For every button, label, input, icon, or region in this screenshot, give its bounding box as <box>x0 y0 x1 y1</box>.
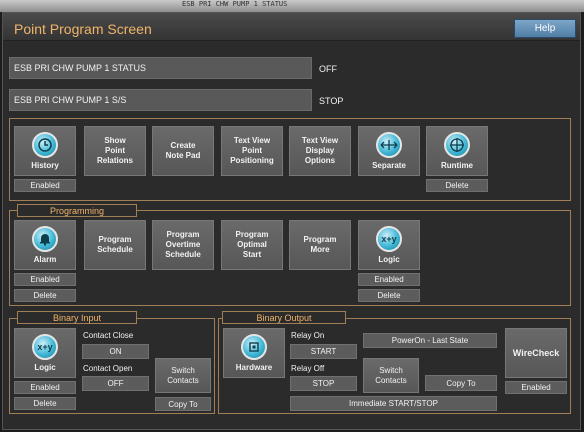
relay-on-label: Relay On <box>291 331 325 340</box>
bell-icon <box>32 225 58 252</box>
program-more-line2: More <box>310 245 330 254</box>
help-button[interactable]: Help <box>514 19 576 38</box>
contact-close-label: Contact Close <box>83 331 134 340</box>
program-schedule-button[interactable]: Program Schedule <box>84 220 146 270</box>
program-optimal-line2: Optimal <box>237 240 267 249</box>
bi-copy-to-button[interactable]: Copy To <box>155 397 211 411</box>
program-overtime-line3: Schedule <box>165 250 201 259</box>
separate-button[interactable]: Separate <box>358 126 420 176</box>
history-status[interactable]: Enabled <box>14 179 76 192</box>
wirecheck-button[interactable]: WireCheck <box>505 328 567 378</box>
contact-close-value[interactable]: ON <box>82 344 149 359</box>
show-point-relations-button[interactable]: Show Point Relations <box>84 126 146 176</box>
separate-arrows-icon <box>376 131 402 158</box>
create-notepad-line2: Note Pad <box>165 151 201 160</box>
hardware-label: Hardware <box>235 362 273 372</box>
point-value-ss: STOP <box>319 96 344 106</box>
text-positioning-line1: Text View <box>233 136 271 145</box>
program-schedule-line2: Schedule <box>97 245 133 254</box>
runtime-icon <box>444 131 470 158</box>
text-positioning-line3: Positioning <box>230 156 274 165</box>
alarm-enabled-status[interactable]: Enabled <box>14 273 76 286</box>
program-more-line1: Program <box>303 235 337 244</box>
history-label: History <box>31 160 59 170</box>
show-relations-line3: Relations <box>96 156 133 165</box>
programming-logic-label: Logic <box>378 254 400 264</box>
relay-off-value[interactable]: STOP <box>290 376 357 391</box>
poweron-last-state-button[interactable]: PowerOn - Last State <box>363 333 497 348</box>
program-overtime-schedule-button[interactable]: Program Overtime Schedule <box>152 220 214 270</box>
logic-delete-button[interactable]: Delete <box>358 289 420 302</box>
programming-label: Programming <box>17 204 137 217</box>
program-overtime-line2: Overtime <box>165 240 201 249</box>
window-caption-bar: ESB PRI CHW PUMP 1 STATUS <box>0 0 584 12</box>
runtime-label: Runtime <box>441 160 473 170</box>
wirecheck-label: WireCheck <box>512 348 560 358</box>
create-notepad-line1: Create <box>170 141 196 150</box>
bi-logic-icon-text: x+y <box>37 341 53 352</box>
bi-delete-button[interactable]: Delete <box>14 397 76 410</box>
program-more-button[interactable]: Program More <box>289 220 351 270</box>
hardware-button[interactable]: Hardware <box>223 328 285 378</box>
bo-switch-line2: Contacts <box>375 375 407 385</box>
text-view-positioning-button[interactable]: Text View Point Positioning <box>221 126 283 176</box>
bo-switch-contacts-button[interactable]: Switch Contacts <box>363 358 419 393</box>
create-notepad-button[interactable]: Create Note Pad <box>152 126 214 176</box>
text-view-display-options-button[interactable]: Text View Display Options <box>289 126 351 176</box>
point-name-status[interactable]: ESB PRI CHW PUMP 1 STATUS <box>9 57 312 79</box>
logic-enabled-status[interactable]: Enabled <box>358 273 420 286</box>
bi-switch-line1: Switch <box>171 365 195 375</box>
bi-enabled-status[interactable]: Enabled <box>14 381 76 394</box>
binary-input-label: Binary Input <box>17 311 137 324</box>
program-optimal-line3: Start <box>242 250 262 259</box>
program-schedule-line1: Program <box>98 235 132 244</box>
program-overtime-line1: Program <box>166 230 200 239</box>
runtime-button[interactable]: Runtime <box>426 126 488 176</box>
history-button[interactable]: History <box>14 126 76 176</box>
contact-open-value[interactable]: OFF <box>82 376 149 391</box>
logic-icon: x+y <box>376 225 402 252</box>
logic-icon-text: x+y <box>381 233 397 244</box>
logic-icon: x+y <box>32 333 58 360</box>
binary-output-label: Binary Output <box>222 311 346 324</box>
contact-open-label: Contact Open <box>83 364 133 373</box>
bi-switch-line2: Contacts <box>167 375 199 385</box>
bo-copy-to-button[interactable]: Copy To <box>425 375 497 391</box>
program-optimal-line1: Program <box>235 230 269 239</box>
show-relations-line2: Point <box>105 146 125 155</box>
text-display-line3: Options <box>304 156 336 165</box>
clock-icon <box>32 131 58 158</box>
separate-label: Separate <box>372 160 406 170</box>
relay-on-value[interactable]: START <box>290 344 357 359</box>
show-relations-line1: Show <box>104 136 126 145</box>
binary-input-logic-button[interactable]: x+y Logic <box>14 328 76 378</box>
wirecheck-status[interactable]: Enabled <box>505 381 567 394</box>
programming-logic-button[interactable]: x+y Logic <box>358 220 420 270</box>
text-display-line2: Display <box>305 146 335 155</box>
page-title: Point Program Screen <box>14 21 152 37</box>
hardware-chip-icon <box>241 333 267 360</box>
text-positioning-line2: Point <box>242 146 262 155</box>
bi-logic-label: Logic <box>34 362 56 372</box>
alarm-label: Alarm <box>33 254 57 264</box>
alarm-delete-button[interactable]: Delete <box>14 289 76 302</box>
bo-switch-line1: Switch <box>379 365 403 375</box>
window-caption: ESB PRI CHW PUMP 1 STATUS <box>182 0 288 8</box>
text-display-line1: Text View <box>301 136 339 145</box>
program-optimal-start-button[interactable]: Program Optimal Start <box>221 220 283 270</box>
point-value-status: OFF <box>319 64 337 74</box>
alarm-button[interactable]: Alarm <box>14 220 76 270</box>
immediate-start-stop-button[interactable]: Immediate START/STOP <box>290 396 497 411</box>
bi-switch-contacts-button[interactable]: Switch Contacts <box>155 358 211 393</box>
point-name-ss[interactable]: ESB PRI CHW PUMP 1 S/S <box>9 89 312 111</box>
relay-off-label: Relay Off <box>291 364 325 373</box>
runtime-delete-button[interactable]: Delete <box>426 179 488 192</box>
